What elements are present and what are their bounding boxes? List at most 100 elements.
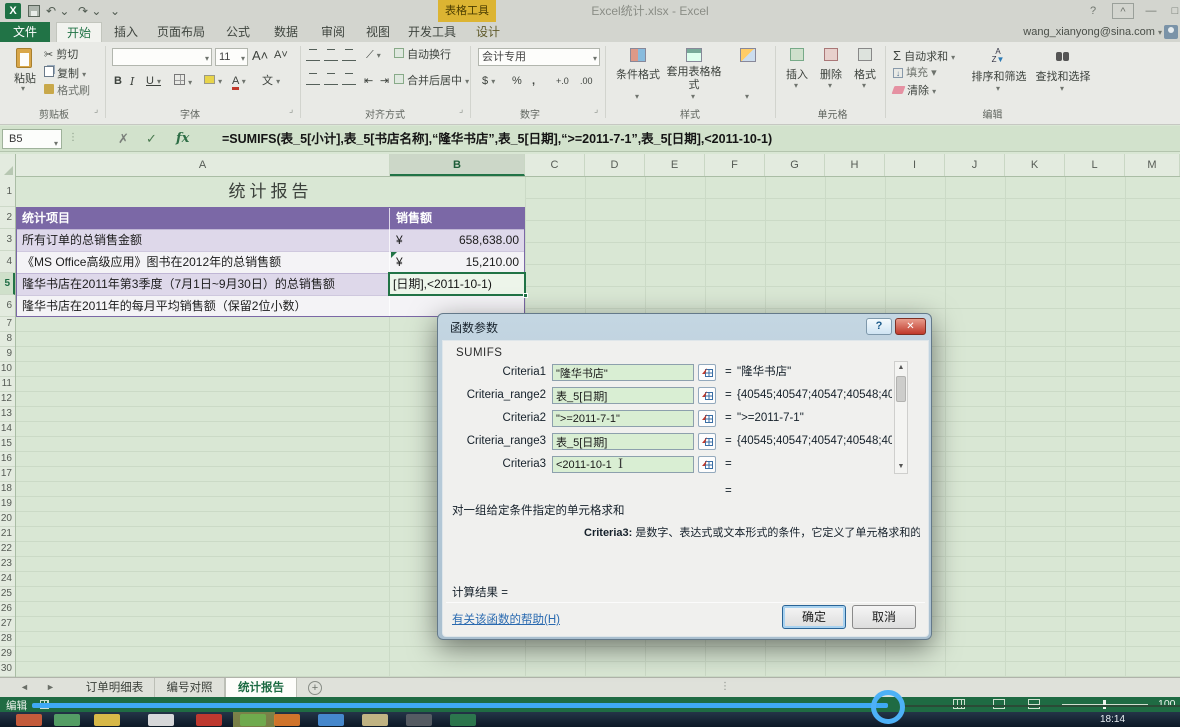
video-progress-remaining[interactable] [905, 705, 1180, 707]
taskbar-app-icon[interactable] [94, 714, 120, 726]
restore-button[interactable]: □ [1164, 3, 1180, 19]
row-header[interactable]: 21 [0, 527, 15, 542]
account-name[interactable]: wang_xianyong@sina.com ▾ [1023, 22, 1162, 42]
row-header[interactable]: 9 [0, 347, 15, 362]
taskbar-app-icon[interactable] [148, 714, 174, 726]
column-header[interactable]: D [585, 154, 645, 176]
merge-center-button[interactable]: 合并后居中 ▾ [394, 74, 469, 89]
tab-page-layout[interactable]: 页面布局 [148, 22, 214, 42]
row-header[interactable]: 6 [0, 295, 15, 317]
tab-design[interactable]: 设计 [464, 22, 512, 42]
row-header[interactable]: 17 [0, 467, 15, 482]
row-header[interactable]: 30 [0, 662, 15, 677]
range-picker-button[interactable] [698, 364, 716, 381]
add-sheet-button[interactable]: + [308, 681, 322, 695]
column-header[interactable]: F [705, 154, 765, 176]
row-header[interactable]: 5 [0, 273, 15, 295]
column-header[interactable]: C [525, 154, 585, 176]
taskbar-app-icon[interactable] [406, 714, 432, 726]
align-middle-button[interactable] [324, 50, 338, 66]
dialog-launcher-icon[interactable]: ⌟ [289, 104, 293, 115]
tab-formulas[interactable]: 公式 [214, 22, 262, 42]
autosum-button[interactable]: Σ 自动求和 ▾ [893, 48, 955, 65]
cancel-entry-button[interactable]: ✗ [118, 130, 129, 148]
video-scrubber-handle[interactable] [871, 690, 905, 724]
tab-insert[interactable]: 插入 [104, 22, 148, 42]
zoom-level[interactable]: 100 [1158, 698, 1176, 710]
excel-logo-icon[interactable]: X [5, 3, 21, 19]
font-color-button[interactable]: A ▾ [232, 74, 246, 89]
row-header[interactable]: 16 [0, 452, 15, 467]
underline-button[interactable]: U ▾ [146, 74, 161, 89]
column-header[interactable]: G [765, 154, 825, 176]
align-top-button[interactable] [306, 50, 320, 66]
sheet-nav-left-icon[interactable]: ◄ [20, 682, 29, 692]
column-header[interactable]: J [945, 154, 1005, 176]
phonetic-button[interactable]: 文 ▾ [262, 74, 280, 89]
dialog-launcher-icon[interactable]: ⌟ [94, 104, 98, 115]
row-header[interactable]: 7 [0, 317, 15, 332]
dialog-help-button[interactable]: ? [866, 318, 892, 335]
fill-handle[interactable] [523, 293, 528, 298]
taskbar-app-icon[interactable] [54, 714, 80, 726]
scrollbar-thumb[interactable] [896, 376, 906, 402]
cut-button[interactable]: ✂ 剪切 [44, 48, 78, 63]
font-size-combo[interactable]: 11▾ [215, 48, 248, 66]
taskbar-app-icon[interactable] [240, 714, 266, 726]
row-header[interactable]: 14 [0, 422, 15, 437]
row-header[interactable]: 18 [0, 482, 15, 497]
sheet-tab-codes[interactable]: 编号对照 [155, 678, 225, 698]
dialog-launcher-icon[interactable]: ⌟ [594, 104, 598, 115]
column-header[interactable]: K [1005, 154, 1065, 176]
table-row[interactable]: 所有订单的总销售金额 ¥ 658,638.00 [16, 229, 525, 251]
taskbar-app-icon[interactable] [16, 714, 42, 726]
tab-review[interactable]: 审阅 [310, 22, 356, 42]
row-header[interactable]: 10 [0, 362, 15, 377]
column-header[interactable]: L [1065, 154, 1125, 176]
column-header[interactable]: H [825, 154, 885, 176]
accounting-format-button[interactable]: $ ▾ [482, 74, 495, 89]
tab-data[interactable]: 数据 [262, 22, 310, 42]
align-bottom-button[interactable] [342, 50, 356, 66]
row-header[interactable]: 20 [0, 512, 15, 527]
row-header[interactable]: 29 [0, 647, 15, 662]
report-title-cell[interactable]: 统计报告 [16, 177, 525, 207]
tab-file[interactable]: 文件 [0, 22, 50, 42]
clear-button[interactable]: 清除 ▾ [893, 84, 936, 99]
range-picker-button[interactable] [698, 456, 716, 473]
criteria1-input[interactable] [552, 364, 694, 381]
undo-icon[interactable]: ↶ ⌄ [46, 0, 69, 22]
criteria2-input[interactable] [552, 410, 694, 427]
table-row[interactable]: 《MS Office高级应用》图书在2012年的总销售额 ¥ 15,210.00 [16, 251, 525, 273]
fill-button[interactable]: ↓ 填充 ▾ [893, 66, 937, 81]
table-header-row[interactable]: 统计项目 销售额 [16, 207, 525, 229]
dialog-close-button[interactable]: ✕ [895, 318, 926, 335]
row-header[interactable]: 4 [0, 251, 15, 273]
cancel-button[interactable]: 取消 [852, 605, 916, 629]
save-icon[interactable] [28, 5, 40, 17]
row-header[interactable]: 15 [0, 437, 15, 452]
row-header[interactable]: 19 [0, 497, 15, 512]
font-name-combo[interactable]: ▾ [112, 48, 212, 66]
taskbar-app-icon[interactable] [274, 714, 300, 726]
enter-entry-button[interactable]: ✓ [146, 130, 157, 148]
video-progress-bar[interactable] [32, 703, 888, 708]
bold-button[interactable]: B [114, 74, 122, 89]
tab-developer[interactable]: 开发工具 [400, 22, 464, 42]
row-header[interactable]: 1 [0, 177, 15, 207]
page-layout-view-icon[interactable] [993, 699, 1005, 709]
row-header[interactable]: 25 [0, 587, 15, 602]
row-header[interactable]: 24 [0, 572, 15, 587]
scroll-down-icon[interactable]: ▼ [895, 461, 907, 473]
grow-font-button[interactable]: A˄ [252, 48, 268, 63]
copy-button[interactable]: 复制 ▾ [44, 66, 86, 82]
increase-indent-button[interactable]: ⇥ [380, 74, 389, 89]
format-painter-button[interactable]: 格式刷 [44, 84, 90, 99]
column-header[interactable]: M [1125, 154, 1180, 176]
avatar[interactable] [1164, 25, 1178, 39]
row-header[interactable]: 3 [0, 229, 15, 251]
row-header[interactable]: 28 [0, 632, 15, 647]
splitter-dots-icon[interactable]: ⋮ [720, 681, 730, 692]
help-button[interactable]: ? [1082, 3, 1104, 19]
column-header[interactable]: E [645, 154, 705, 176]
